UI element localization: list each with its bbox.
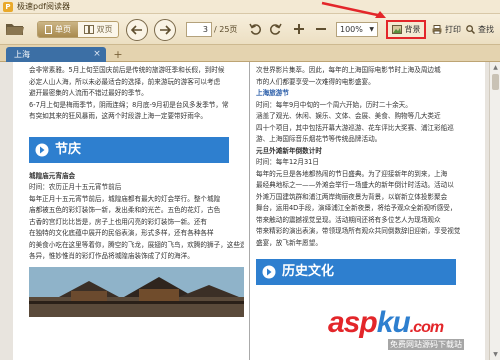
tab-document[interactable]: 上海 × xyxy=(6,47,106,62)
printer-icon xyxy=(432,25,442,34)
text-line: 涵盖了观光、休闲、娱乐、文体、会展、美食、购物等几大类近 xyxy=(256,112,441,120)
text-line: 带来触动的震撼视觉呈现。活动期间还将有多位艺人为现场观众 xyxy=(256,215,441,224)
page-number-input[interactable]: 3 xyxy=(186,22,212,37)
zoom-value: 100% xyxy=(340,25,363,34)
search-button[interactable]: 查找 xyxy=(466,24,494,35)
text-line: 避开最密集的人流而不错过最好的季节。 xyxy=(29,89,148,97)
column-divider xyxy=(249,62,250,360)
text-line: 每年正月十五元宵节前后，城隍庙都有最大的灯会举行。整个城隍 xyxy=(29,194,221,203)
rotate-left-icon xyxy=(248,23,261,35)
print-label: 打印 xyxy=(445,25,461,34)
zoom-in-button[interactable] xyxy=(292,22,306,36)
prev-page-button[interactable] xyxy=(126,19,148,41)
single-page-button[interactable]: 单页 xyxy=(38,22,78,37)
text-line: 四十个项目，其中包括开幕大游巡游、花车评比大奖赛、浦江彩船巡 xyxy=(256,123,454,132)
print-button[interactable]: 打印 xyxy=(432,24,461,35)
double-page-label: 双页 xyxy=(96,25,113,34)
single-page-icon xyxy=(45,25,52,34)
arrow-badge-icon xyxy=(262,265,276,279)
text-line: 盛宴，放飞新年愿望。 xyxy=(256,238,322,247)
watermark-subtitle: 免费网站源码下载站 xyxy=(388,339,464,350)
watermark: aspku.com 免费网站源码下载站 xyxy=(328,306,498,356)
background-button[interactable]: 背景 xyxy=(386,20,426,39)
text-line: 各异，惟妙惟肖的彩灯作品将城隍庙装饰成了灯的海洋。 xyxy=(29,252,194,260)
text-line: 最经典地标之一——外滩会举行一场盛大的新年倒计时活动。活动以 xyxy=(256,181,454,189)
zoom-out-button[interactable] xyxy=(314,22,328,36)
plus-icon xyxy=(294,24,304,34)
text-line: 时间：每年12月31日 xyxy=(256,158,319,166)
text-line: 古香的宫灯比比皆是，房子上也用闪亮的彩灯装饰一新。还有 xyxy=(29,217,208,226)
text-line: 庙都被五色的彩灯装饰一新，发出柔和的光芒。五色的花灯，古色 xyxy=(29,206,221,214)
section-heading: 上海旅游节 xyxy=(256,89,289,97)
zoom-select[interactable]: 100% ▼ xyxy=(336,22,378,37)
title-bar: P 极速pdf阅读器 xyxy=(0,0,500,14)
view-mode-group: 单页 双页 xyxy=(37,21,119,38)
text-line: 6-7月上旬是梅雨季节，阴雨连绵；8月底-9月初是台风多发季节，常 xyxy=(29,100,229,109)
minus-icon xyxy=(316,28,326,30)
close-icon[interactable]: × xyxy=(92,49,102,59)
search-label: 查找 xyxy=(478,25,494,34)
search-icon xyxy=(466,25,475,34)
section-banner-history: 历史文化 xyxy=(256,259,456,285)
text-line: 必定人山人海，所以未必最适合的选择，前来游玩的游客可以考虑 xyxy=(29,77,221,86)
open-folder-icon[interactable] xyxy=(5,21,25,36)
text-line: 的美食小吃在这里等着你，腾空的飞龙，展翅的飞鸟，欢腾的狮子，这些造型 xyxy=(29,240,244,249)
temple-photo xyxy=(29,266,244,317)
text-line: 舞台，运用4D手段，演绎浦江全新夜景，将给予观众全新视听感受， xyxy=(256,204,457,212)
text-line: 有突如其来的狂风暴雨，这两个时段游上海一定要带好雨伞。 xyxy=(29,112,208,120)
background-label: 背景 xyxy=(404,25,421,34)
background-icon xyxy=(391,25,402,34)
text-line: 会非常素雅。5月上旬至国庆前后是传统的旅游旺季和长假，到时候 xyxy=(29,66,225,74)
arrow-left-icon xyxy=(131,25,142,35)
text-line: 每年的元旦是各地都热闹的节日盛典。为了迎接新年的到来，上海 xyxy=(256,169,448,178)
double-page-button[interactable]: 双页 xyxy=(78,22,118,37)
banner-title: 节庆 xyxy=(55,141,82,157)
scroll-up-icon[interactable]: ▲ xyxy=(491,63,500,72)
section-heading: 元旦外滩新年倒数计时 xyxy=(256,146,322,155)
add-tab-icon[interactable]: + xyxy=(112,48,124,61)
banner-title: 历史文化 xyxy=(282,264,335,280)
text-line: 带来精彩的演出表演，带领现场所有观众共同倒数辞旧迎新，享受视觉 xyxy=(256,227,461,235)
double-page-icon xyxy=(83,25,94,34)
rotate-right-button[interactable] xyxy=(268,22,282,36)
rotate-left-button[interactable] xyxy=(248,22,262,36)
rotate-right-icon xyxy=(269,23,282,35)
festival-time: 时间：农历正月十五元宵节前后 xyxy=(29,183,122,191)
app-logo-icon: P xyxy=(3,1,13,12)
scroll-thumb[interactable] xyxy=(492,74,499,90)
tab-label: 上海 xyxy=(14,50,30,59)
arrow-right-icon xyxy=(160,25,171,35)
left-column: 会非常素雅。5月上旬至国庆前后是传统的旅游旺季和长假，到时候 必定人山人海，所以… xyxy=(29,62,244,360)
text-line: 外滩万国建筑群和浦江两岸绚丽夜景为背景，以崭新立体投影聚会 xyxy=(256,192,448,201)
watermark-logo: aspku.com xyxy=(328,306,444,339)
page-total: / 25页 xyxy=(214,25,238,34)
text-line: 游、上海国际音乐烟花节等传统品牌活动。 xyxy=(256,135,382,143)
text-line: 在独特的文化底蕴中展开的民俗表演，形式多样，还有各种各样 xyxy=(29,229,214,237)
text-line: 时间：每年9月中旬的一个周六开始，历时二十余天。 xyxy=(256,100,412,109)
chevron-down-icon: ▼ xyxy=(369,26,374,33)
text-line: 市的人们都要享受一次难得的电影盛宴。 xyxy=(256,77,375,86)
text-line: 次世界影片集萃。因此，每年的上海国际电影节时上海及周边城 xyxy=(256,66,441,74)
app-title: 极速pdf阅读器 xyxy=(17,2,70,11)
tab-bar: 上海 × + xyxy=(0,45,500,62)
festival-name: 城隍庙元宵庙会 xyxy=(29,171,76,180)
arrow-badge-icon xyxy=(35,143,49,156)
next-page-button[interactable] xyxy=(154,19,176,41)
section-banner-festival: 节庆 xyxy=(29,136,229,163)
single-page-label: 单页 xyxy=(55,25,71,34)
toolbar: 单页 双页 3 / 25页 100% ▼ 背景 打印 查找 xyxy=(0,14,500,45)
